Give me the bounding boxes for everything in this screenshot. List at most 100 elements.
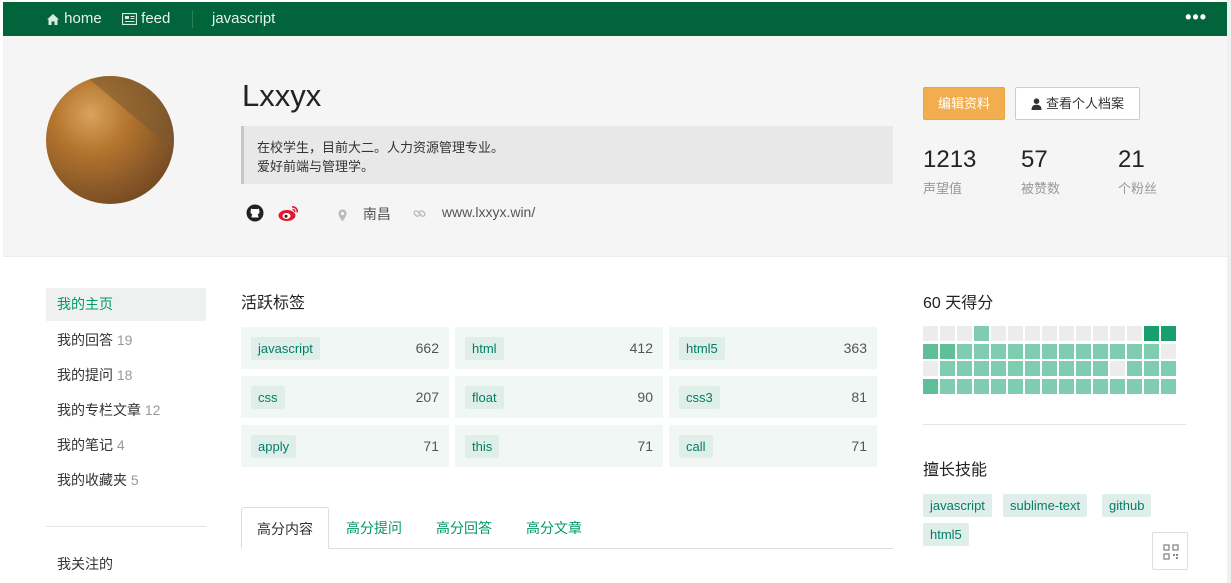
tag-link[interactable]: html5 [679, 337, 725, 360]
username: Lxxyx [242, 78, 322, 113]
tag-cell: css 207 [241, 376, 449, 418]
tab-top-content[interactable]: 高分内容 [241, 507, 329, 549]
stat-likes[interactable]: 57 被赞数 [1021, 146, 1060, 197]
heatmap-cell [991, 361, 1006, 376]
heatmap-cell [1059, 326, 1074, 341]
heatmap-cell [1008, 343, 1023, 359]
tag-link[interactable]: javascript [251, 337, 320, 360]
nav-divider [192, 10, 193, 28]
heatmap-cell [1025, 343, 1040, 359]
tag-link[interactable]: apply [251, 435, 297, 458]
bio-line-2: 爱好前端与管理学。 [257, 159, 375, 174]
heatmap-cell [1110, 326, 1125, 341]
sidebar-item-articles[interactable]: 我的专栏文章 12 [46, 394, 206, 427]
view-profile-button[interactable]: 查看个人档案 [1015, 87, 1140, 120]
nav-tag-javascript[interactable]: javascript [212, 2, 275, 36]
tag-link[interactable]: float [465, 386, 504, 409]
skill-tag[interactable]: html5 [923, 523, 969, 546]
skill-tag[interactable]: github [1102, 494, 1152, 517]
tab-top-articles[interactable]: 高分文章 [511, 507, 597, 549]
heatmap-cell [923, 326, 938, 341]
heatmap-cell [1076, 343, 1091, 359]
sidebar-item-home[interactable]: 我的主页 [46, 288, 206, 321]
tab-top-questions[interactable]: 高分提问 [331, 507, 417, 549]
more-menu-button[interactable]: ••• [1185, 2, 1207, 36]
heatmap-cell [940, 361, 955, 376]
tag-cell: call 71 [669, 425, 877, 467]
heatmap-cell [1093, 378, 1108, 394]
sidebar-item-notes[interactable]: 我的笔记 4 [46, 429, 206, 462]
nav-home-link[interactable]: home [46, 2, 102, 36]
nav-feed-label: feed [141, 10, 171, 27]
tag-link[interactable]: this [465, 435, 500, 458]
stat-value: 1213 [923, 146, 977, 173]
map-marker-icon [338, 209, 347, 222]
feed-icon [122, 13, 137, 26]
home-icon [47, 13, 59, 25]
location-text: 南昌 [362, 206, 391, 222]
nav-feed-link[interactable]: feed [122, 2, 170, 36]
page-scrollbar[interactable] [1227, 0, 1231, 583]
qr-code-icon [1163, 544, 1179, 560]
tab-top-answers[interactable]: 高分回答 [421, 507, 507, 549]
tag-link[interactable]: css3 [679, 386, 720, 409]
heatmap-cell [991, 378, 1006, 394]
tag-count: 90 [637, 389, 653, 405]
github-link[interactable] [246, 204, 264, 227]
heatmap-cell [1042, 361, 1057, 376]
sidebar-divider [46, 526, 206, 527]
tag-link[interactable]: css [251, 386, 285, 409]
sidebar-item-count: 18 [116, 367, 133, 383]
tag-count: 207 [415, 389, 439, 405]
stat-followers[interactable]: 21 个粉丝 [1118, 146, 1157, 197]
heatmap-cell [1144, 361, 1159, 376]
heatmap-cell [923, 343, 938, 359]
tag-cell: css3 81 [669, 376, 877, 418]
tag-count: 81 [851, 389, 867, 405]
tag-cell: html 412 [455, 327, 663, 369]
heatmap-cell [1110, 343, 1125, 359]
website-link[interactable]: www.lxxyx.win/ [413, 204, 535, 220]
bio-line-1: 在校学生，目前大二。人力资源管理专业。 [257, 140, 505, 155]
sidebar-item-questions[interactable]: 我的提问 18 [46, 359, 206, 392]
heatmap-cell [1110, 378, 1125, 394]
skills-title: 擅长技能 [923, 462, 988, 479]
heatmap-cell [1127, 326, 1142, 341]
tag-link[interactable]: html [465, 337, 504, 360]
sidebar-item-following[interactable]: 我关注的 [46, 548, 206, 581]
sidebar-item-count: 12 [144, 402, 161, 418]
tag-count: 71 [423, 438, 439, 454]
qr-code-button[interactable] [1152, 532, 1188, 570]
stat-value: 21 [1118, 146, 1145, 173]
edit-profile-button[interactable]: 编辑资料 [923, 87, 1005, 120]
skill-tag[interactable]: javascript [923, 494, 992, 517]
tag-cell: javascript 662 [241, 327, 449, 369]
sidebar-item-favorites[interactable]: 我的收藏夹 5 [46, 464, 206, 497]
heatmap-cell [1161, 343, 1176, 359]
active-tags-title: 活跃标签 [241, 295, 306, 312]
skill-tag[interactable]: sublime-text [1003, 494, 1088, 517]
heatmap-cell [1008, 378, 1023, 394]
weibo-link[interactable] [278, 204, 300, 227]
heatmap-cell [1093, 361, 1108, 376]
weibo-icon [278, 206, 298, 221]
user-bio: 在校学生，目前大二。人力资源管理专业。 爱好前端与管理学。 [241, 126, 893, 184]
sidebar-item-count: 4 [116, 437, 125, 453]
heatmap-cell [974, 378, 989, 394]
heatmap-cell [1093, 326, 1108, 341]
nav-home-label: home [64, 10, 102, 27]
top-navbar: home feed javascript ••• [3, 2, 1227, 36]
heatmap-cell [1025, 361, 1040, 376]
right-divider [923, 424, 1186, 425]
heatmap-cell [1076, 378, 1091, 394]
heatmap-cell [1161, 378, 1176, 394]
heatmap-cell [974, 361, 989, 376]
location: 南昌 [338, 204, 391, 224]
heatmap-cell [940, 326, 955, 341]
sidebar-item-answers[interactable]: 我的回答 19 [46, 324, 206, 357]
heatmap-cell [1093, 343, 1108, 359]
heatmap-cell [1144, 343, 1159, 359]
tag-link[interactable]: call [679, 435, 713, 458]
stat-reputation[interactable]: 1213 声望值 [923, 146, 976, 197]
profile-header: Lxxyx 在校学生，目前大二。人力资源管理专业。 爱好前端与管理学。 南昌 w… [3, 36, 1227, 257]
